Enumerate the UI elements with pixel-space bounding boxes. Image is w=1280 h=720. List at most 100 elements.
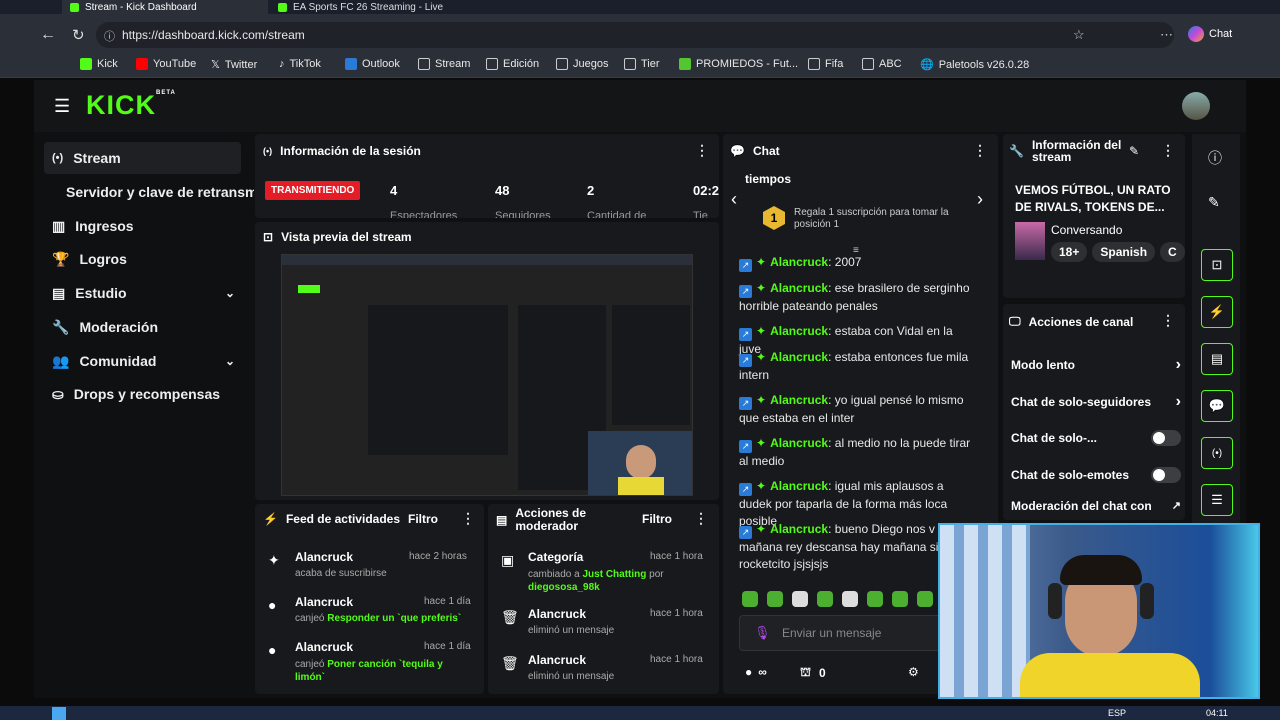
- favorite-star-icon[interactable]: ☆: [1073, 27, 1085, 43]
- ai-moderation-row[interactable]: Moderación del chat con ↗: [1011, 499, 1181, 515]
- chat-message[interactable]: ↗ ✦ Alancruck: estaba entonces fue mila in…: [739, 349, 974, 384]
- bookmark-label: Juegos: [573, 58, 609, 70]
- panel-title: Feed de actividades: [285, 512, 400, 526]
- sidebar-item-ingresos[interactable]: ▥ Ingresos: [44, 210, 241, 242]
- clock[interactable]: 04:11: [1206, 708, 1228, 718]
- emote-icon[interactable]: [917, 591, 933, 607]
- windows-start-icon[interactable]: [52, 707, 66, 720]
- notes-button[interactable]: ▤: [1201, 343, 1233, 375]
- sidebar-item-label: Logros: [79, 251, 127, 267]
- sidebar-item-label: Comunidad: [79, 353, 157, 369]
- sidebar-item-logros[interactable]: 🏆 Logros: [44, 243, 241, 275]
- feed-desc: canjeó Poner canción `tequila y limón`: [295, 658, 470, 684]
- sidebar-item-stream[interactable]: (•) Stream: [44, 142, 241, 174]
- bookmark-abc[interactable]: ABC: [862, 58, 902, 70]
- sidebar-item-server-key[interactable]: Servidor y clave de retransm: [58, 176, 254, 208]
- chat-username: Alancruck: [770, 281, 829, 295]
- copilot-chat-button[interactable]: Chat: [1188, 24, 1238, 44]
- tab-kick-dashboard[interactable]: Stream - Kick Dashboard: [62, 0, 268, 14]
- emote-icon[interactable]: [817, 591, 833, 607]
- kebab-menu-icon[interactable]: ⋮: [694, 510, 708, 527]
- menu-icon[interactable]: ☰: [54, 96, 70, 117]
- emotes-only-toggle[interactable]: [1151, 467, 1181, 483]
- sidebar-item-comunidad[interactable]: 👥 Comunidad ⌄: [44, 345, 241, 377]
- category-name[interactable]: Conversando: [1051, 223, 1122, 237]
- bookmark-juegos[interactable]: Juegos: [556, 58, 608, 70]
- bookmark-outlook[interactable]: Outlook: [345, 58, 400, 70]
- bookmark-label: Outlook: [362, 58, 400, 70]
- language-indicator[interactable]: ESP: [1108, 708, 1126, 718]
- kebab-menu-icon[interactable]: ⋮: [973, 142, 987, 159]
- tag[interactable]: C: [1160, 242, 1185, 262]
- chevron-right-icon[interactable]: ›: [977, 189, 983, 210]
- stream-preview-video[interactable]: [281, 254, 693, 496]
- bookmark-edicion[interactable]: Edición: [486, 58, 539, 70]
- screenshot-icon: ⊡: [1211, 257, 1223, 272]
- refresh-icon[interactable]: ↻: [72, 26, 85, 44]
- mod-title: ▤ Acciones de moderador: [496, 507, 605, 533]
- bookmark-paletools[interactable]: 🌐 Paletools v26.0.28: [920, 58, 1029, 72]
- raid-button[interactable]: ⚡: [1201, 296, 1233, 328]
- points-counter[interactable]: ● ∞: [745, 665, 767, 679]
- kebab-menu-icon[interactable]: ⋮: [461, 510, 475, 527]
- more-icon[interactable]: ⋯: [1160, 27, 1173, 43]
- broadcast-button[interactable]: (•): [1201, 437, 1233, 469]
- x-icon: 𝕏: [211, 59, 220, 71]
- preview-browser-bar: [282, 255, 692, 265]
- sidebar-item-drops[interactable]: ⛀ Drops y recompensas: [44, 378, 254, 410]
- emote-icon[interactable]: [742, 591, 758, 607]
- folder-icon: [486, 58, 498, 70]
- moderator-badge-icon: ↗: [739, 526, 752, 539]
- emote-icon[interactable]: [792, 591, 808, 607]
- sidebar-item-estudio[interactable]: ▤ Estudio ⌄: [44, 277, 241, 309]
- gift-subscription-text[interactable]: Regala 1 suscripción para tomar la posic…: [794, 207, 959, 231]
- bookmark-twitter[interactable]: 𝕏 Twitter: [211, 58, 257, 72]
- tag[interactable]: 18+: [1051, 242, 1088, 262]
- slow-mode-row[interactable]: Modo lento ›: [1011, 356, 1181, 374]
- session-info-panel: (•) Información de la sesión ⋮ TRANSMITIE…: [255, 134, 719, 218]
- kebab-menu-icon[interactable]: ⋮: [695, 142, 709, 159]
- emote-icon[interactable]: [842, 591, 858, 607]
- tag[interactable]: Spanish: [1092, 242, 1156, 262]
- kebab-menu-icon[interactable]: ⋮: [1161, 142, 1175, 159]
- bookmark-tier[interactable]: Tier: [624, 58, 660, 70]
- bookmark-promiedos[interactable]: PROMIEDOS - Fut...: [679, 58, 798, 70]
- emote-icon[interactable]: [892, 591, 908, 607]
- back-icon[interactable]: ←: [40, 26, 56, 44]
- subs-only-toggle[interactable]: [1151, 430, 1181, 446]
- info-icon[interactable]: ⓘ: [1208, 148, 1222, 168]
- bookmark-stream[interactable]: Stream: [418, 58, 470, 70]
- chat-message[interactable]: ↗ ✦ Alancruck: yo igual pensé lo mismo que…: [739, 392, 974, 427]
- chat-message[interactable]: ↗ ✦ Alancruck: ese brasilero de serginho h…: [739, 280, 974, 315]
- sidebar-item-moderacion[interactable]: 🔧 Moderación: [44, 311, 241, 343]
- bookmark-kick[interactable]: Kick: [80, 58, 118, 70]
- chat-message[interactable]: ↗ ✦ Alancruck: al medio no la puede tirar …: [739, 435, 974, 470]
- edit-icon[interactable]: ✎: [1208, 194, 1220, 211]
- chat-button[interactable]: 💬: [1201, 390, 1233, 422]
- subscriber-badge-icon: ✦: [756, 522, 767, 536]
- chevron-left-icon[interactable]: ‹: [731, 189, 737, 210]
- kick-logo[interactable]: KICKBETA: [86, 90, 176, 121]
- chat-message[interactable]: ↗ ✦ Alancruck: 2007: [739, 254, 974, 272]
- gear-icon[interactable]: ⚙: [908, 665, 919, 679]
- feed-filter-button[interactable]: Filtro: [408, 512, 438, 526]
- followers-only-row[interactable]: Chat de solo-seguidores ›: [1011, 393, 1181, 411]
- avatar[interactable]: [1182, 92, 1210, 120]
- youtube-icon: [136, 58, 148, 70]
- bookmark-youtube[interactable]: YouTube: [136, 58, 196, 70]
- bookmark-fifa[interactable]: Fifa: [808, 58, 843, 70]
- bookmark-label: ABC: [879, 58, 902, 70]
- gift-counter[interactable]: ⛫ 0: [800, 665, 826, 681]
- emote-icon[interactable]: [767, 591, 783, 607]
- emote-icon[interactable]: [867, 591, 883, 607]
- edit-icon[interactable]: ✎: [1129, 144, 1139, 158]
- microphone-icon[interactable]: 🎙: [754, 625, 771, 641]
- action-label: Chat de solo-seguidores: [1011, 395, 1152, 409]
- bookmark-tiktok[interactable]: ♪ TikTok: [279, 58, 321, 70]
- settings-button[interactable]: ☰: [1201, 484, 1233, 516]
- mod-filter-button[interactable]: Filtro: [642, 512, 672, 526]
- url-field[interactable]: ⓘ https://dashboard.kick.com/stream: [96, 22, 1174, 48]
- clip-button[interactable]: ⊡: [1201, 249, 1233, 281]
- kebab-menu-icon[interactable]: ⋮: [1161, 312, 1175, 329]
- tab-ea-sports[interactable]: EA Sports FC 26 Streaming - Live: [270, 0, 470, 14]
